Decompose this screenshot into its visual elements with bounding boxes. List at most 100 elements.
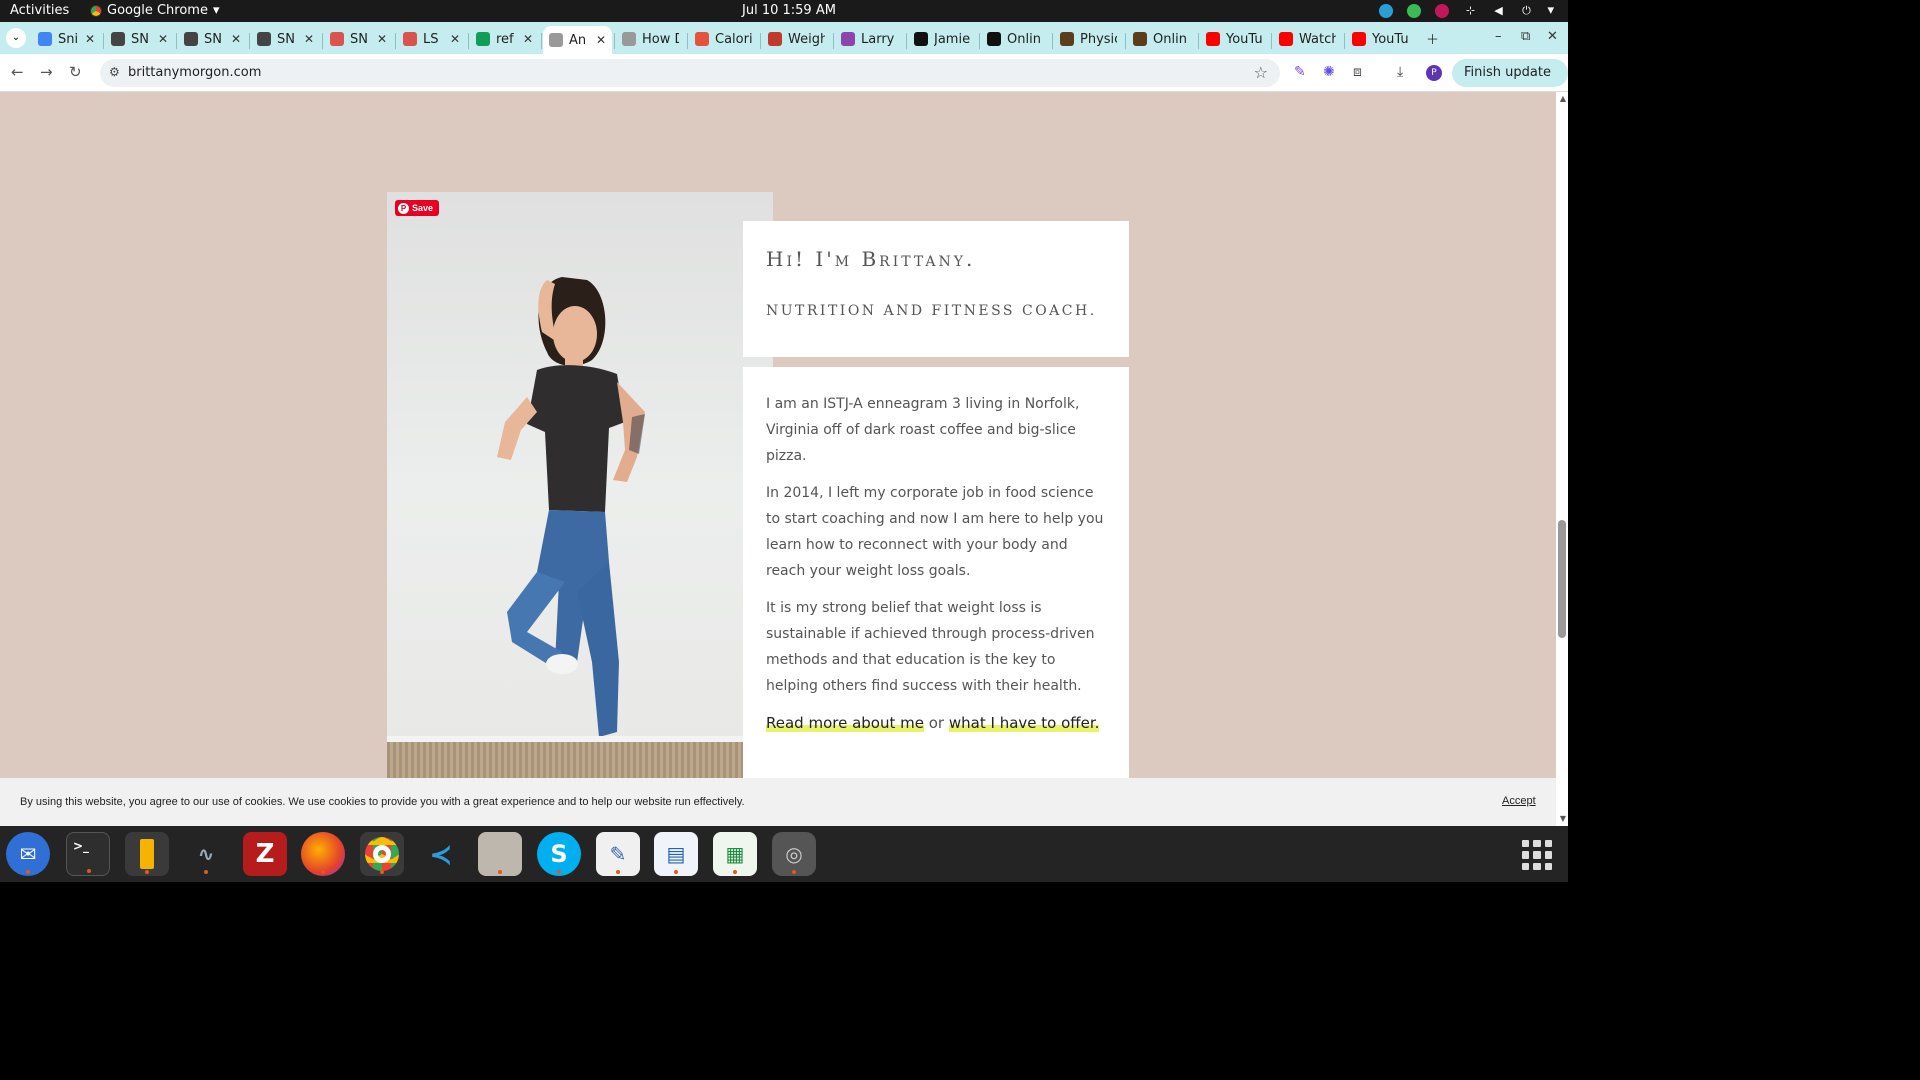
- reload-button[interactable]: ↻: [69, 63, 82, 81]
- tab-separator: [614, 33, 615, 49]
- calorie-icon: [695, 32, 709, 46]
- libreoffice-writer-icon[interactable]: ▤: [654, 832, 698, 876]
- tab-11[interactable]: Larry: [835, 26, 904, 52]
- tab-12[interactable]: Jamie: [908, 26, 977, 52]
- vscode-icon[interactable]: ≺: [419, 832, 463, 876]
- scrollbar-thumb[interactable]: [1558, 520, 1566, 638]
- tab-5[interactable]: LS ✕: [397, 26, 466, 52]
- close-window-button[interactable]: ✕: [1547, 29, 1558, 44]
- downloads-icon[interactable]: ⤓: [1397, 64, 1403, 80]
- close-tab-icon[interactable]: ✕: [517, 32, 533, 46]
- system-top-bar: Activities Google Chrome ▾ Jul 10 1:59 A…: [0, 0, 1568, 22]
- calculator-icon[interactable]: [125, 832, 169, 876]
- address-bar[interactable]: ⚙ brittanymorgon.com ☆: [100, 59, 1280, 87]
- tab-separator: [1344, 33, 1345, 49]
- tab-14[interactable]: Physic: [1054, 26, 1123, 52]
- tab-8[interactable]: How D: [616, 26, 685, 52]
- browser-toolbar: ← → ↻ ⚙ brittanymorgon.com ☆ ✎ ✺ ⧈ ⤓ P F…: [0, 54, 1568, 108]
- terminal-icon[interactable]: >_: [66, 832, 110, 876]
- tab-search-button[interactable]: ⌄: [6, 28, 26, 48]
- text-editor-icon[interactable]: ✎: [596, 832, 640, 876]
- tab-separator: [979, 33, 980, 49]
- tab-separator: [176, 33, 177, 49]
- new-tab-button[interactable]: ＋: [1426, 29, 1439, 48]
- system-tray[interactable]: ⊹ ◀ ⏻ ▾: [1379, 3, 1554, 18]
- extensions-puzzle-icon[interactable]: ⧈: [1353, 64, 1362, 80]
- tab-9[interactable]: Calori: [689, 26, 758, 52]
- tab-16[interactable]: YouTu: [1200, 26, 1269, 52]
- tab-18[interactable]: YouTu: [1346, 26, 1415, 52]
- close-tab-icon[interactable]: ✕: [298, 32, 314, 46]
- finish-update-button[interactable]: Finish update ⋮: [1452, 59, 1568, 108]
- clock[interactable]: Jul 10 1:59 AM: [742, 3, 836, 18]
- check-icon[interactable]: [1407, 3, 1422, 18]
- scroll-down-arrow-icon[interactable]: ▼: [1560, 814, 1566, 823]
- food-icon: [403, 32, 417, 46]
- minimize-button[interactable]: –: [1495, 29, 1502, 44]
- tab-6[interactable]: ref ✕: [470, 26, 539, 52]
- close-tab-icon[interactable]: ✕: [152, 32, 168, 46]
- what-i-offer-link[interactable]: what I have to offer.: [948, 714, 1100, 732]
- accept-cookies-button[interactable]: Accept: [1502, 795, 1536, 807]
- close-tab-icon[interactable]: ✕: [79, 32, 95, 46]
- url-text[interactable]: brittanymorgon.com: [128, 65, 261, 80]
- close-tab-icon[interactable]: ✕: [590, 33, 606, 47]
- scroll-up-arrow-icon[interactable]: ▲: [1560, 94, 1566, 103]
- tab-15[interactable]: Onlin: [1127, 26, 1196, 52]
- tab-0[interactable]: Sni ✕: [32, 26, 101, 52]
- color-picker-icon[interactable]: [1435, 3, 1450, 18]
- volume-icon[interactable]: ◀: [1491, 4, 1505, 18]
- tab-4[interactable]: SN ✕: [324, 26, 393, 52]
- disk-icon[interactable]: ◎: [772, 832, 816, 876]
- sync-icon[interactable]: [1379, 3, 1394, 18]
- bookmark-star-icon[interactable]: ☆: [1254, 63, 1268, 82]
- page-viewport: P Save Hi! I'm Brittany. Nutrition and F…: [0, 92, 1568, 826]
- show-applications-button[interactable]: [1522, 840, 1552, 870]
- extension-gear-icon[interactable]: ✺: [1323, 64, 1335, 80]
- back-button[interactable]: ←: [11, 63, 24, 81]
- close-tab-icon[interactable]: ✕: [225, 32, 241, 46]
- libreoffice-calc-icon[interactable]: ▦: [713, 832, 757, 876]
- or-text: or: [928, 714, 945, 732]
- tab-separator: [1271, 33, 1272, 49]
- tab-1[interactable]: SN ✕: [105, 26, 174, 52]
- site-info-icon[interactable]: ⚙: [109, 65, 120, 79]
- maximize-button[interactable]: ⧉: [1521, 29, 1530, 44]
- tab-3[interactable]: SN ✕: [251, 26, 320, 52]
- cookie-banner: By using this website, you agree to our …: [0, 778, 1556, 826]
- tab-13[interactable]: Onlin: [981, 26, 1050, 52]
- tab-7[interactable]: An ✕: [543, 26, 612, 54]
- forward-button[interactable]: →: [40, 63, 53, 81]
- network-icon[interactable]: ⊹: [1463, 4, 1477, 18]
- activities-button[interactable]: Activities: [10, 3, 69, 18]
- tab-title: Onlin: [1153, 31, 1187, 47]
- thunderbird-icon[interactable]: ✉: [6, 832, 50, 876]
- tab-title: How D: [642, 31, 679, 47]
- tab-title: Physic: [1080, 31, 1117, 47]
- pinterest-save-button[interactable]: P Save: [395, 200, 440, 216]
- files-icon[interactable]: [478, 832, 522, 876]
- tab-title: Larry: [861, 31, 895, 47]
- page-scrollbar[interactable]: ▲ ▼: [1556, 92, 1568, 826]
- caret-down-icon[interactable]: ▾: [1547, 3, 1554, 18]
- chrome-icon[interactable]: [360, 832, 404, 876]
- pen-extension-icon[interactable]: ✎: [1294, 64, 1306, 80]
- tab-title: SN: [350, 31, 368, 47]
- read-more-about-me-link[interactable]: Read more about me: [766, 714, 924, 732]
- filezilla-icon[interactable]: Z: [243, 832, 287, 876]
- system-monitor-icon[interactable]: ∿: [184, 832, 228, 876]
- tab-separator: [906, 33, 907, 49]
- profile-avatar[interactable]: P: [1426, 65, 1442, 81]
- close-tab-icon[interactable]: ✕: [444, 32, 460, 46]
- tab-title: SN: [204, 31, 222, 47]
- tab-10[interactable]: Weigh: [762, 26, 831, 52]
- youtube-icon: [1279, 32, 1293, 46]
- app-menu[interactable]: Google Chrome ▾: [90, 3, 220, 18]
- skype-icon[interactable]: S: [537, 832, 581, 876]
- close-tab-icon[interactable]: ✕: [371, 32, 387, 46]
- tab-17[interactable]: Watch: [1273, 26, 1342, 52]
- tab-title: Weigh: [788, 31, 825, 47]
- tab-2[interactable]: SN ✕: [178, 26, 247, 52]
- firefox-icon[interactable]: [301, 832, 345, 876]
- power-icon[interactable]: ⏻: [1519, 4, 1533, 18]
